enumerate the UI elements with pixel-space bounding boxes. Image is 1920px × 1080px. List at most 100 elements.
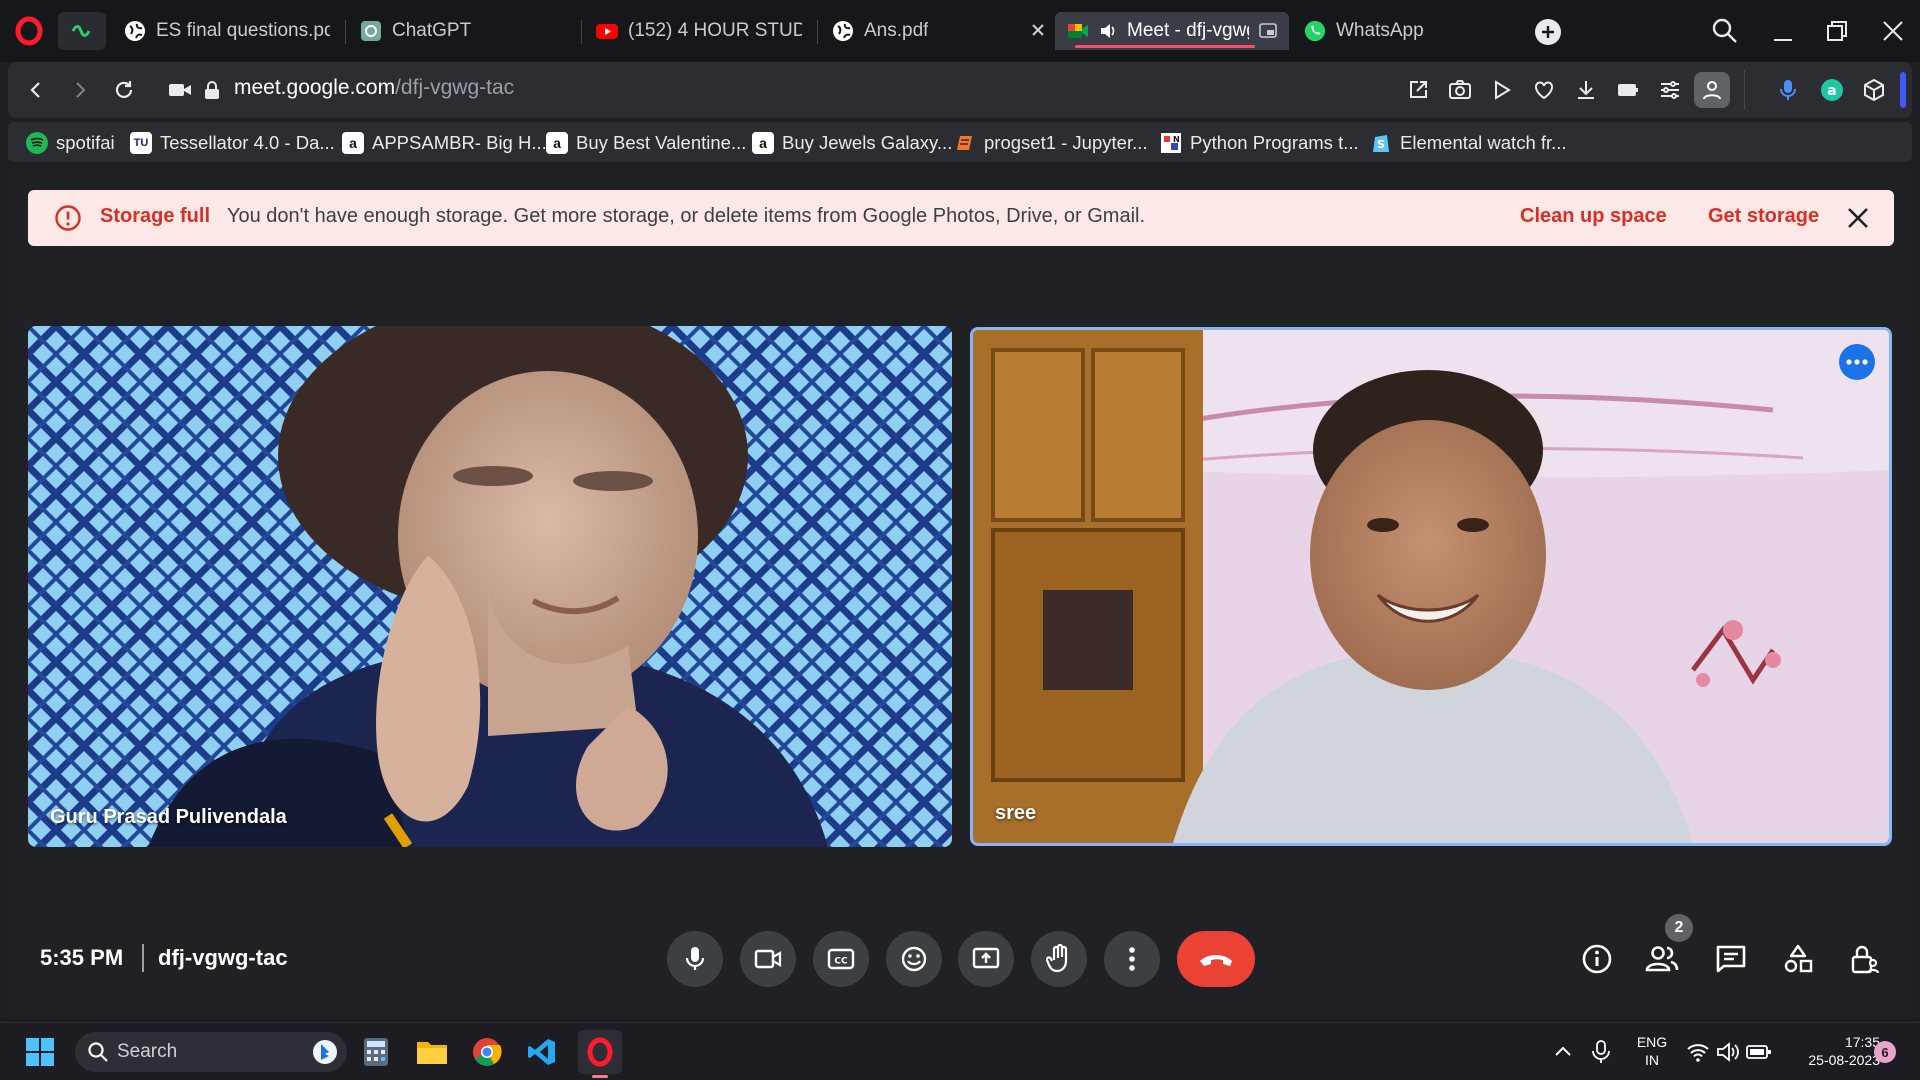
svg-text:N: N bbox=[1173, 135, 1180, 144]
bookmark-jewels-galaxy[interactable]: a Buy Jewels Galaxy... bbox=[752, 129, 952, 157]
svg-text:a: a bbox=[1827, 83, 1836, 99]
microphone-button[interactable] bbox=[667, 931, 723, 987]
close-tab-icon[interactable] bbox=[1028, 20, 1048, 40]
opera-menu-icon[interactable] bbox=[14, 16, 44, 46]
bookmark-appsambr[interactable]: a APPSAMBR- Big H... bbox=[342, 129, 547, 157]
address-bar-row: meet.google.com/dfj-vgwg-tac a bbox=[8, 62, 1912, 118]
voice-search-icon[interactable] bbox=[1774, 76, 1802, 104]
file-explorer-app[interactable] bbox=[414, 1034, 450, 1070]
present-screen-button[interactable] bbox=[958, 931, 1014, 987]
tab-ans-pdf[interactable]: Ans.pdf bbox=[820, 12, 1050, 50]
opera-app[interactable] bbox=[578, 1030, 622, 1078]
wifi-icon[interactable] bbox=[1686, 1041, 1710, 1063]
participant-options-button[interactable] bbox=[1839, 344, 1875, 380]
captions-button[interactable]: CC bbox=[813, 931, 869, 987]
download-icon[interactable] bbox=[1572, 76, 1600, 104]
reactions-button[interactable] bbox=[886, 931, 942, 987]
activities-shapes-icon bbox=[1784, 944, 1813, 973]
chrome-app[interactable] bbox=[469, 1034, 505, 1070]
play-flow-icon[interactable] bbox=[1488, 76, 1516, 104]
show-hidden-icons-button[interactable] bbox=[1552, 1041, 1574, 1063]
info-icon bbox=[1582, 944, 1612, 974]
tab-label: ES final questions.pdf bbox=[156, 20, 330, 41]
battery-icon[interactable] bbox=[1746, 1041, 1772, 1063]
running-app-indicator bbox=[592, 1075, 608, 1078]
microphone-in-use-icon[interactable] bbox=[1590, 1039, 1612, 1065]
leave-call-button[interactable] bbox=[1177, 931, 1255, 987]
raise-hand-button[interactable] bbox=[1031, 931, 1087, 987]
extensions-cube-icon[interactable] bbox=[1860, 76, 1888, 104]
calculator-app[interactable] bbox=[358, 1034, 394, 1070]
profile-icon[interactable] bbox=[1694, 72, 1730, 108]
participant-name: sree bbox=[995, 802, 1037, 824]
bookmarks-bar: spotifai TU Tessellator 4.0 - Da... a AP… bbox=[8, 122, 1912, 162]
bookmark-python-programs[interactable]: N Python Programs t... bbox=[1160, 129, 1359, 157]
bookmark-valentine[interactable]: a Buy Best Valentine... bbox=[546, 129, 746, 157]
forward-button[interactable] bbox=[64, 74, 96, 106]
windows-start-button[interactable] bbox=[22, 1034, 58, 1070]
camera-in-use-icon[interactable] bbox=[164, 74, 196, 106]
chatgpt-icon bbox=[360, 20, 382, 42]
share-icon[interactable] bbox=[1404, 76, 1432, 104]
input-language[interactable]: ENG IN bbox=[1632, 1033, 1672, 1069]
lock-person-icon bbox=[1851, 945, 1880, 974]
clean-up-space-link[interactable]: Clean up space bbox=[1520, 205, 1667, 228]
camera-button[interactable] bbox=[740, 931, 796, 987]
meeting-details-button[interactable] bbox=[1580, 942, 1614, 976]
picture-in-picture-icon[interactable] bbox=[1259, 22, 1277, 40]
jupyter-icon bbox=[954, 132, 976, 154]
vscode-app[interactable] bbox=[524, 1034, 560, 1070]
people-button[interactable] bbox=[1645, 942, 1679, 976]
close-banner-icon[interactable] bbox=[1844, 204, 1872, 232]
tab-es-final-questions[interactable]: ES final questions.pdf bbox=[112, 12, 342, 50]
tab-whatsapp[interactable]: WhatsApp bbox=[1292, 12, 1522, 50]
hang-up-phone-icon bbox=[1200, 955, 1232, 966]
meeting-clock: 5:35 PM bbox=[40, 945, 124, 970]
new-tab-button[interactable] bbox=[1535, 19, 1561, 45]
bookmark-tessellator[interactable]: TU Tessellator 4.0 - Da... bbox=[130, 129, 335, 157]
volume-icon[interactable] bbox=[1716, 1041, 1740, 1063]
chat-button[interactable] bbox=[1714, 942, 1748, 976]
amazon-icon: a bbox=[342, 132, 364, 154]
bookmark-spotifai[interactable]: spotifai bbox=[26, 129, 115, 157]
bookmark-label: APPSAMBR- Big H... bbox=[372, 132, 547, 153]
host-controls-button[interactable] bbox=[1848, 942, 1882, 976]
aria-assistant-icon[interactable]: a bbox=[1818, 76, 1846, 104]
more-vertical-icon bbox=[1129, 947, 1135, 971]
back-button[interactable] bbox=[20, 74, 52, 106]
bookmark-elemental-watch[interactable]: S Elemental watch fr... bbox=[1370, 129, 1567, 157]
notification-badge[interactable]: 6 bbox=[1874, 1041, 1896, 1063]
windows-taskbar: Search ENG IN 17:35 25-08-2023 6 bbox=[0, 1022, 1920, 1080]
taskbar-clock[interactable]: 17:35 25-08-2023 bbox=[1786, 1033, 1880, 1069]
participant-tile-guru[interactable]: Guru Prasad Pulivendala bbox=[28, 326, 952, 847]
battery-saver-icon[interactable] bbox=[1614, 76, 1642, 104]
get-storage-link[interactable]: Get storage bbox=[1708, 205, 1819, 228]
activities-button[interactable] bbox=[1781, 942, 1815, 976]
snapshot-camera-icon[interactable] bbox=[1446, 76, 1474, 104]
arrow-right-icon bbox=[76, 82, 86, 98]
more-options-button[interactable] bbox=[1104, 931, 1160, 987]
calculator-icon bbox=[364, 1038, 388, 1066]
tab-workspace[interactable] bbox=[58, 12, 106, 50]
language-code: ENG bbox=[1636, 1034, 1668, 1050]
minimize-window-icon[interactable] bbox=[1768, 16, 1798, 46]
restore-window-icon[interactable] bbox=[1822, 16, 1852, 46]
tab-google-meet[interactable]: Meet - dfj-vgwg-t bbox=[1055, 12, 1289, 50]
easy-setup-icon[interactable] bbox=[1656, 76, 1684, 104]
reload-button[interactable] bbox=[108, 74, 140, 106]
search-tabs-icon[interactable] bbox=[1710, 16, 1740, 46]
arrow-left-icon bbox=[30, 82, 40, 98]
bookmark-progset1[interactable]: progset1 - Jupyter... bbox=[954, 129, 1148, 157]
tab-chatgpt[interactable]: ChatGPT bbox=[348, 12, 578, 50]
tab-youtube-study[interactable]: (152) 4 HOUR STUDY W bbox=[584, 12, 814, 50]
lock-icon[interactable] bbox=[196, 74, 228, 106]
chrome-icon bbox=[473, 1038, 502, 1066]
url-field[interactable]: meet.google.com/dfj-vgwg-tac bbox=[234, 76, 514, 100]
taskbar-search-box[interactable]: Search bbox=[75, 1032, 347, 1072]
bookmark-label: Tessellator 4.0 - Da... bbox=[160, 132, 335, 153]
bing-chat-icon[interactable] bbox=[311, 1038, 339, 1066]
participant-tile-sree[interactable]: sree bbox=[970, 327, 1892, 846]
amazon-icon: a bbox=[752, 132, 774, 154]
close-window-icon[interactable] bbox=[1878, 16, 1908, 46]
heart-icon[interactable] bbox=[1530, 76, 1558, 104]
